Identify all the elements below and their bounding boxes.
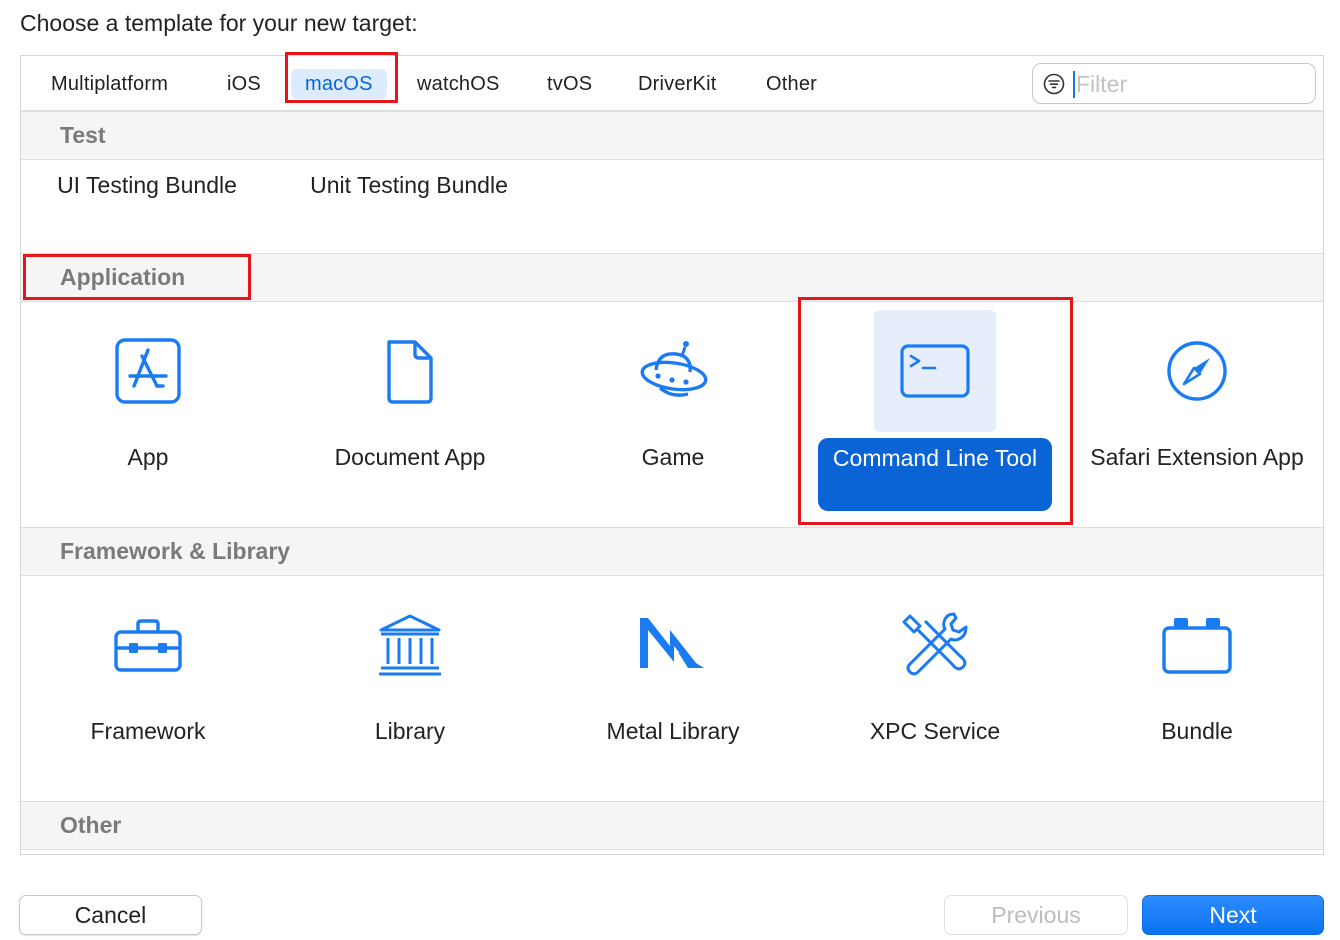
bundle-brick-icon (1162, 618, 1232, 674)
tab-multiplatform[interactable]: Multiplatform (37, 69, 182, 99)
tab-other[interactable]: Other (752, 69, 831, 99)
template-metal-library[interactable]: Metal Library (542, 584, 804, 799)
template-library[interactable]: Library (279, 584, 541, 799)
columns-building-icon (379, 614, 441, 676)
template-label: XPC Service (869, 718, 1001, 744)
template-unit-testing-bundle[interactable]: Unit Testing Bundle (283, 170, 535, 201)
template-panel: Multiplatform iOS macOS watchOS tvOS Dri… (20, 55, 1324, 855)
wrench-screwdriver-icon (902, 612, 968, 676)
dialog-heading: Choose a template for your new target: (20, 10, 418, 36)
section-title: Application (60, 264, 186, 290)
icon-tile (1136, 310, 1258, 432)
section-title: Test (60, 122, 106, 148)
template-app[interactable]: App (21, 310, 279, 525)
filter-input[interactable] (1076, 68, 1296, 100)
cancel-button[interactable]: Cancel (19, 895, 202, 935)
template-label: Document App (334, 444, 486, 470)
icon-tile (87, 584, 209, 706)
icon-tile (87, 310, 209, 432)
template-xpc-service[interactable]: XPC Service (804, 584, 1066, 799)
tab-ios[interactable]: iOS (213, 69, 275, 99)
tab-tvos[interactable]: tvOS (533, 69, 606, 99)
terminal-icon (900, 344, 970, 398)
icon-tile (874, 584, 996, 706)
icon-tile (349, 584, 471, 706)
template-safari-extension-app[interactable]: Safari Extension App (1066, 310, 1323, 525)
tab-driverkit[interactable]: DriverKit (624, 69, 730, 99)
toolbox-icon (114, 619, 182, 672)
template-label: Game (641, 444, 705, 470)
template-bundle[interactable]: Bundle (1066, 584, 1323, 799)
previous-button[interactable]: Previous (944, 895, 1128, 935)
template-label: App (127, 444, 169, 470)
compass-icon (1167, 341, 1227, 401)
icon-tile (874, 310, 996, 432)
template-label: Metal Library (606, 718, 740, 744)
template-command-line-tool[interactable]: Command Line Tool (804, 310, 1066, 525)
icon-tile (612, 584, 734, 706)
filter-circle-icon (1043, 73, 1065, 95)
tab-macos[interactable]: macOS (291, 69, 387, 99)
template-framework[interactable]: Framework (21, 584, 279, 799)
section-title: Framework & Library (60, 538, 291, 564)
icon-tile (612, 310, 734, 432)
section-header-other: Other (21, 801, 1323, 850)
text-caret (1073, 71, 1075, 98)
platform-tab-bar: Multiplatform iOS macOS watchOS tvOS Dri… (21, 56, 1323, 111)
template-label: Framework (90, 718, 206, 744)
document-icon (387, 340, 433, 404)
metal-icon (640, 618, 704, 668)
section-header-application: Application (21, 253, 1323, 302)
section-header-framework-library: Framework & Library (21, 527, 1323, 576)
ufo-icon (640, 341, 708, 397)
template-label: Safari Extension App (1090, 444, 1304, 470)
section-title: Other (60, 812, 122, 838)
template-label: Library (374, 718, 446, 744)
next-button[interactable]: Next (1142, 895, 1324, 935)
icon-tile (349, 310, 471, 432)
app-store-icon (115, 338, 181, 404)
section-header-test: Test (21, 111, 1323, 160)
template-ui-testing-bundle[interactable]: UI Testing Bundle (21, 170, 273, 201)
template-label: Command Line Tool (818, 438, 1052, 511)
tab-watchos[interactable]: watchOS (403, 69, 514, 99)
template-document-app[interactable]: Document App (279, 310, 541, 525)
template-game[interactable]: Game (542, 310, 804, 525)
template-label: Bundle (1161, 718, 1233, 744)
filter-field[interactable] (1032, 63, 1316, 104)
icon-tile (1136, 584, 1258, 706)
